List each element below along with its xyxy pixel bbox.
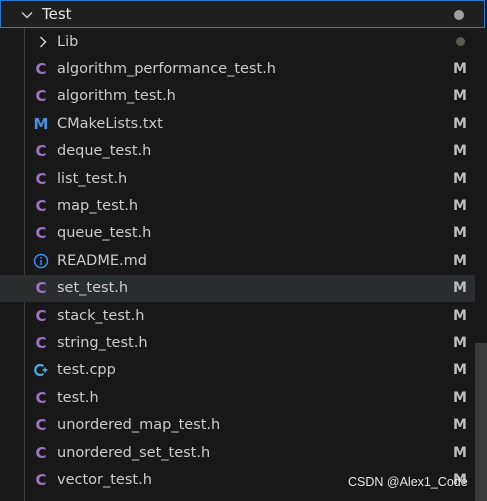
tree-item-label: README.md xyxy=(57,252,147,269)
c-header-icon: C xyxy=(35,169,47,188)
git-status-badge: M xyxy=(453,170,467,187)
file-list: Lib Calgorithm_performance_test.h M Calgori… xyxy=(0,28,475,494)
scrollbar-thumb[interactable] xyxy=(475,343,487,501)
git-status-badge: M xyxy=(453,389,467,406)
tree-file-row[interactable]: Cmap_test.h M xyxy=(0,192,475,219)
tree-file-row[interactable]: Cset_test.h M xyxy=(0,274,475,302)
folder-status-dot xyxy=(454,10,464,20)
chevron-right-icon xyxy=(35,34,51,50)
c-header-icon: C xyxy=(35,197,47,216)
tree-file-row[interactable]: Calgorithm_performance_test.h M xyxy=(0,55,475,82)
tree-item-label: map_test.h xyxy=(57,198,139,215)
tree-item-label: test.h xyxy=(57,389,99,406)
tree-item-label: stack_test.h xyxy=(57,307,145,324)
tree-item-label: deque_test.h xyxy=(57,143,152,160)
c-header-icon: C xyxy=(35,142,47,161)
explorer-panel: Test Lib Calgorithm_performance_test.h M Ca… xyxy=(0,0,487,501)
c-header-icon: C xyxy=(35,306,47,325)
c-header-icon: C xyxy=(35,224,47,243)
tree-item-label: unordered_map_test.h xyxy=(57,417,221,434)
git-status-badge: M xyxy=(453,88,467,105)
tree-file-row[interactable]: Ctest.h M xyxy=(0,384,475,411)
tree-folder-row[interactable]: Lib xyxy=(0,28,475,55)
git-status-badge: M xyxy=(453,417,467,434)
info-icon xyxy=(33,253,49,269)
tree-item-label: CMakeLists.txt xyxy=(57,115,163,132)
git-status-badge: M xyxy=(453,280,467,297)
tree-file-row[interactable]: Cunordered_map_test.h M xyxy=(0,411,475,438)
git-status-badge: M xyxy=(453,115,467,132)
c-header-icon: C xyxy=(35,279,47,298)
git-status-badge: M xyxy=(453,225,467,242)
cmake-icon: M xyxy=(33,114,49,133)
tree-file-row[interactable]: Cstack_test.h M xyxy=(0,302,475,329)
git-status-badge: M xyxy=(453,61,467,78)
tree-file-row[interactable]: Calgorithm_test.h M xyxy=(0,83,475,110)
tree-file-row[interactable]: Cstring_test.h M xyxy=(0,329,475,356)
tree-file-row[interactable]: README.md M xyxy=(0,247,475,274)
tree-item-label: string_test.h xyxy=(57,334,148,351)
git-status-badge: M xyxy=(453,252,467,269)
tree-item-label: algorithm_test.h xyxy=(57,88,176,105)
git-status-badge: M xyxy=(453,143,467,160)
tree-item-label: queue_test.h xyxy=(57,225,152,242)
tree-file-row[interactable]: test.cpp M xyxy=(0,357,475,384)
folder-header-test[interactable]: Test xyxy=(0,0,485,28)
git-status-badge: M xyxy=(453,198,467,215)
c-header-icon: C xyxy=(35,60,47,79)
git-status-badge: M xyxy=(453,334,467,351)
c-header-icon: C xyxy=(35,388,47,407)
git-status-badge: M xyxy=(453,362,467,379)
tree-item-label: Lib xyxy=(57,33,79,50)
git-status-badge: M xyxy=(453,307,467,324)
tree-file-row[interactable]: Clist_test.h M xyxy=(0,165,475,192)
tree-item-label: algorithm_performance_test.h xyxy=(57,61,276,78)
tree-item-label: unordered_set_test.h xyxy=(57,444,211,461)
tree-file-row[interactable]: Cqueue_test.h M xyxy=(0,220,475,247)
tree-file-row[interactable]: Cdeque_test.h M xyxy=(0,138,475,165)
c-header-icon: C xyxy=(35,333,47,352)
cpp-icon xyxy=(33,362,49,378)
tree-item-label: vector_test.h xyxy=(57,471,152,488)
folder-name: Test xyxy=(42,5,72,23)
c-header-icon: C xyxy=(35,470,47,489)
tree-item-label: list_test.h xyxy=(57,170,128,187)
c-header-icon: C xyxy=(35,443,47,462)
tree-file-row[interactable]: Cunordered_set_test.h M xyxy=(0,439,475,466)
c-header-icon: C xyxy=(35,87,47,106)
git-status-badge: M xyxy=(453,444,467,461)
tree-file-row[interactable]: M CMakeLists.txt M xyxy=(0,110,475,137)
tree-item-label: set_test.h xyxy=(57,280,129,297)
c-header-icon: C xyxy=(35,416,47,435)
git-status-dot xyxy=(456,37,465,47)
watermark: CSDN @Alex1_Code xyxy=(348,475,468,489)
tree-item-label: test.cpp xyxy=(57,362,116,379)
chevron-down-icon xyxy=(20,7,34,21)
